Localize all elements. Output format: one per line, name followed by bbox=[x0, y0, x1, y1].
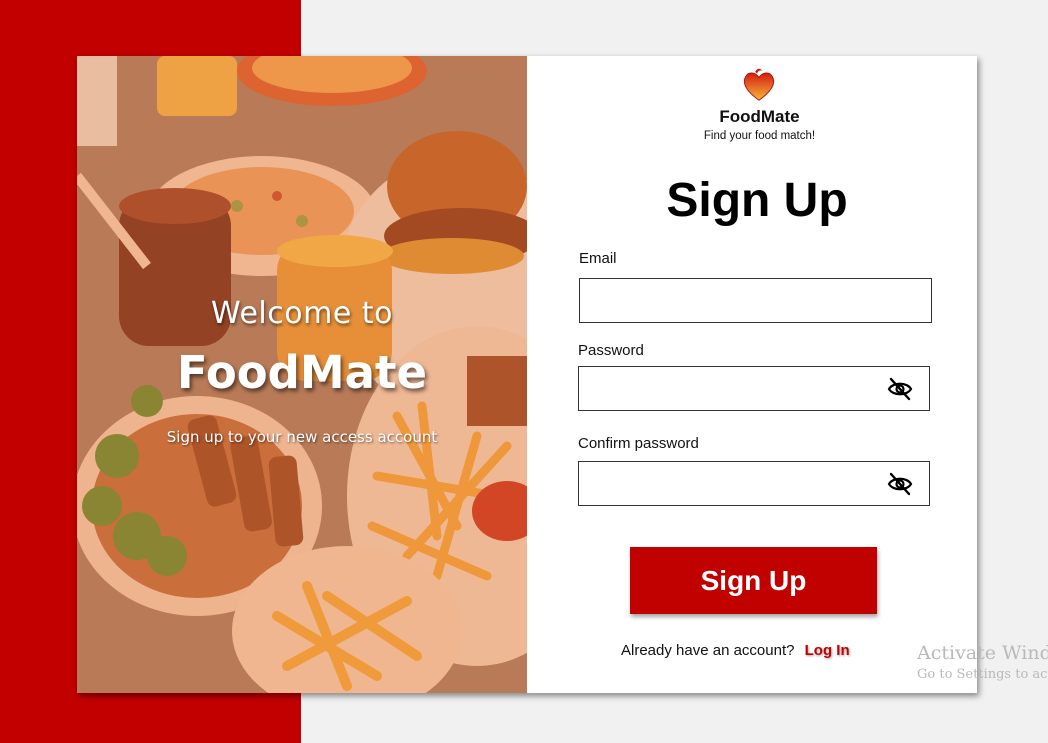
email-label: Email bbox=[579, 250, 617, 267]
login-prompt-row: Already have an account? Log In bbox=[621, 642, 850, 659]
hero-brand-title: FoodMate bbox=[176, 346, 428, 399]
confirm-password-field-box bbox=[578, 461, 930, 506]
log-in-link[interactable]: Log In bbox=[805, 642, 850, 659]
heart-flame-icon bbox=[743, 68, 775, 101]
activate-windows-watermark: Activate Windo Go to Settings to ac bbox=[917, 642, 1048, 682]
form-title: Sign Up bbox=[666, 174, 848, 227]
signup-form-panel: FoodMate Find your food match! Sign Up E… bbox=[527, 56, 977, 693]
hero-welcome-text: Welcome to bbox=[211, 296, 393, 331]
watermark-title: Activate Windo bbox=[917, 642, 1048, 664]
eye-off-icon[interactable] bbox=[887, 472, 913, 496]
hero-panel: Welcome to FoodMate Sign up to your new … bbox=[77, 56, 527, 693]
email-field-box bbox=[579, 278, 932, 323]
hero-subtitle: Sign up to your new access account bbox=[166, 428, 438, 446]
email-input[interactable] bbox=[580, 279, 931, 322]
password-input[interactable] bbox=[579, 367, 929, 410]
watermark-subtitle: Go to Settings to ac bbox=[917, 667, 1048, 682]
eye-off-icon[interactable] bbox=[887, 377, 913, 401]
brand-name: FoodMate bbox=[719, 107, 800, 126]
confirm-password-label: Confirm password bbox=[578, 435, 699, 452]
confirm-password-input[interactable] bbox=[579, 462, 929, 505]
sign-up-button[interactable]: Sign Up bbox=[630, 547, 877, 614]
login-prompt-text: Already have an account? bbox=[621, 642, 795, 659]
signup-card: Welcome to FoodMate Sign up to your new … bbox=[77, 56, 977, 693]
brand-tagline: Find your food match! bbox=[703, 130, 816, 142]
password-field-box bbox=[578, 366, 930, 411]
password-label: Password bbox=[578, 342, 644, 359]
